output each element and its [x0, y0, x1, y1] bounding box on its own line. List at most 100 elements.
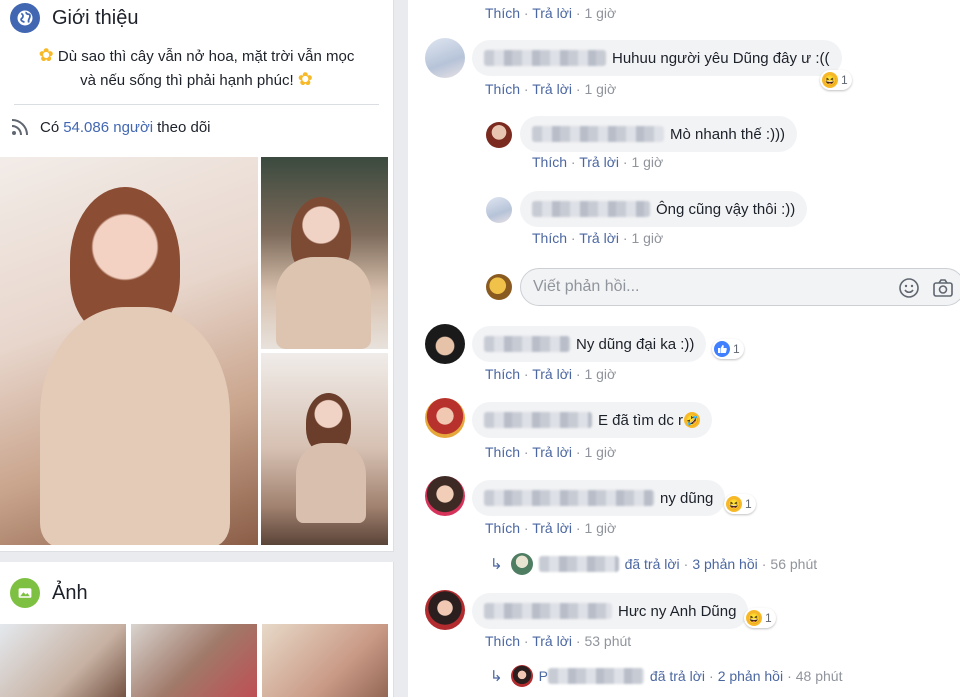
reply-link[interactable]: Trả lời	[532, 633, 572, 649]
view-replies-link[interactable]: ↳ đã trả lời · 3 phản hồi · 56 phút	[490, 553, 817, 575]
blurred-author-name[interactable]	[484, 50, 606, 66]
like-link[interactable]: Thích	[485, 444, 520, 460]
blurred-author-name[interactable]	[532, 126, 664, 142]
like-link[interactable]: Thích	[485, 633, 520, 649]
blurred-author-name[interactable]	[484, 603, 612, 619]
reply-text: Mò nhanh thế :)))	[670, 125, 786, 143]
sunflower-icon: ✿	[297, 69, 313, 89]
comment-text: Ny dũng đại ka :))	[576, 335, 695, 353]
featured-photo-main[interactable]	[0, 157, 258, 545]
avatar[interactable]	[425, 590, 465, 630]
reaction-count[interactable]: 😆 1	[820, 70, 852, 90]
avatar[interactable]	[425, 324, 465, 364]
comment-time: 1 giờ	[584, 81, 617, 97]
reply-link[interactable]: Trả lời	[579, 230, 619, 246]
like-link[interactable]: Thích	[485, 5, 520, 21]
followers-row: Có 54.086 người theo dõi	[0, 105, 393, 149]
comment-time: 1 giờ	[631, 230, 664, 246]
sunflower-icon: ✿	[38, 45, 54, 65]
like-link[interactable]: Thích	[485, 366, 520, 382]
view-replies-link[interactable]: ↳ P đã trả lời · 2 phản hồi · 48 phút	[490, 665, 842, 687]
reply-input-placeholder: Viết phản hồi...	[533, 278, 640, 295]
comment-bubble: E đã tìm dc r 🤣	[472, 402, 713, 438]
comment-time: 1 giờ	[584, 520, 617, 536]
comment-actions: Thích · Trả lời · 53 phút	[485, 633, 632, 649]
blurred-author-name[interactable]	[484, 412, 592, 428]
reply-bubble: Mò nhanh thế :)))	[520, 116, 798, 152]
bio-line-1: Dù sao thì cây vẫn nở hoa, mặt trời vẫn …	[57, 48, 355, 65]
comment-bubble: ny dũng	[472, 480, 726, 516]
like-link[interactable]: Thích	[532, 230, 567, 246]
featured-photos	[0, 157, 388, 545]
photos-card: Ảnh	[0, 562, 394, 697]
photo-thumbnails	[0, 624, 394, 697]
reply-link[interactable]: Trả lời	[532, 366, 572, 382]
intro-header: Giới thiệu	[0, 0, 393, 36]
avatar[interactable]	[425, 476, 465, 516]
avatar	[510, 665, 533, 687]
intro-title: Giới thiệu	[52, 6, 139, 29]
comment-actions: Thích · Trả lời · 1 giờ	[485, 444, 617, 460]
current-user-avatar[interactable]	[486, 274, 512, 300]
photos-header: Ảnh	[0, 562, 393, 624]
comment-actions: Thích · Trả lời · 1 giờ	[485, 81, 617, 97]
reply-actions: Thích · Trả lời · 1 giờ	[532, 154, 664, 170]
comment-text: E đã tìm dc r	[598, 411, 684, 429]
rss-icon	[11, 119, 28, 136]
smiley-icon[interactable]	[898, 277, 920, 299]
reaction-count[interactable]: 1	[712, 339, 744, 359]
comment-actions: Thích · Trả lời · 1 giờ	[485, 5, 617, 21]
photo-thumbnail[interactable]	[0, 624, 126, 697]
comment-bubble: Ny dũng đại ka :))	[472, 326, 707, 362]
blurred-author-name[interactable]	[532, 201, 650, 217]
reply-input[interactable]: Viết phản hồi...	[520, 268, 960, 306]
reaction-count[interactable]: 😆 1	[724, 494, 756, 514]
comment-actions: Thích · Trả lời · 1 giờ	[485, 520, 617, 536]
featured-photo-top-right[interactable]	[261, 157, 388, 349]
comment-time: 1 giờ	[584, 366, 617, 382]
reply-link[interactable]: Trả lời	[532, 444, 572, 460]
like-link[interactable]: Thích	[485, 520, 520, 536]
featured-photo-bottom-right[interactable]	[261, 353, 388, 545]
avatar[interactable]	[486, 122, 512, 148]
reply-input-icons	[898, 277, 954, 299]
comment-actions: Thích · Trả lời · 1 giờ	[485, 366, 617, 382]
reply-actions: Thích · Trả lời · 1 giờ	[532, 230, 664, 246]
photos-title[interactable]: Ảnh	[52, 582, 88, 605]
like-reaction-icon	[714, 341, 730, 357]
like-link[interactable]: Thích	[532, 154, 567, 170]
haha-emoji-icon: 😆	[822, 72, 838, 88]
haha-emoji-icon: 😆	[726, 496, 742, 512]
comments-feed: Thích · Trả lời · 1 giờ Huhuu người yêu …	[408, 0, 960, 697]
avatar[interactable]	[425, 38, 465, 78]
photo-thumbnail[interactable]	[262, 624, 388, 697]
reply-link[interactable]: Trả lời	[579, 154, 619, 170]
follow-prefix: Có	[40, 118, 60, 136]
avatar[interactable]	[486, 197, 512, 223]
avatar[interactable]	[425, 398, 465, 438]
camera-icon[interactable]	[932, 277, 954, 299]
like-link[interactable]: Thích	[485, 81, 520, 97]
comment-text: ny dũng	[660, 489, 714, 507]
reply-link[interactable]: Trả lời	[532, 5, 572, 21]
rofl-emoji-icon: 🤣	[684, 412, 701, 428]
comment-time: 1 giờ	[631, 154, 664, 170]
photo-icon	[10, 578, 40, 608]
comment-time: 53 phút	[584, 633, 632, 649]
globe-icon	[10, 3, 40, 33]
follow-suffix: theo dõi	[157, 118, 211, 136]
blurred-author-name[interactable]	[484, 336, 570, 352]
reply-link[interactable]: Trả lời	[532, 520, 572, 536]
blurred-author-name	[547, 668, 644, 684]
reaction-count[interactable]: 😆 1	[744, 608, 776, 628]
blurred-author-name[interactable]	[484, 490, 654, 506]
bio-line-2: và nếu sống thì phải hạnh phúc!	[80, 72, 294, 89]
comment-text: Hưc ny Anh Dũng	[618, 602, 737, 620]
comment-bubble: Hưc ny Anh Dũng	[472, 593, 749, 629]
reply-arrow-icon: ↳	[490, 668, 503, 685]
photo-thumbnail[interactable]	[131, 624, 257, 697]
comment-time: 1 giờ	[584, 5, 617, 21]
follower-count-link[interactable]: 54.086 người	[63, 119, 153, 136]
reply-link[interactable]: Trả lời	[532, 81, 572, 97]
bio-text: ✿ Dù sao thì cây vẫn nở hoa, mặt trời vẫ…	[0, 36, 393, 104]
